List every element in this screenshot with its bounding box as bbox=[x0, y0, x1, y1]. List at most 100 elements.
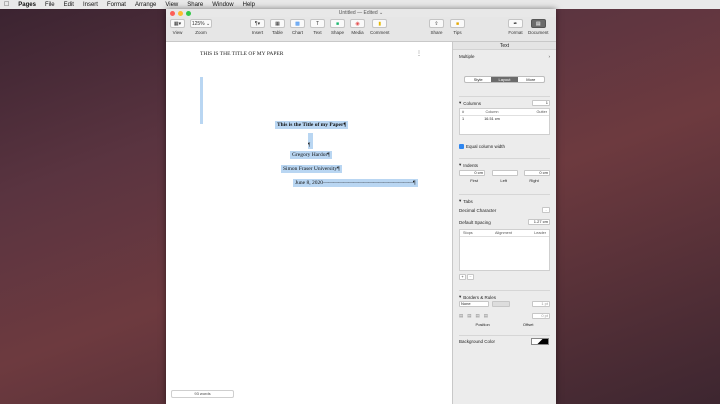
alignment-header: Alignment bbox=[495, 231, 512, 235]
tips-icon: ■ bbox=[450, 19, 465, 28]
view-tool[interactable]: ▦▾ View bbox=[170, 19, 185, 35]
toolbar: ▦▾ View 125% ⌄ Zoom ¶▾ Insert ▦ Table ▩ … bbox=[166, 17, 556, 42]
format-inspector: Text Multiple › Style Layout More ▾ Colu… bbox=[453, 42, 556, 404]
background-color-well[interactable] bbox=[531, 338, 549, 345]
borders-controls: None 1 pt bbox=[459, 301, 550, 307]
date-text: June 8, 2020 bbox=[295, 180, 323, 186]
remove-tab-button[interactable]: − bbox=[467, 274, 474, 280]
add-tab-button[interactable]: + bbox=[459, 274, 466, 280]
shape-tool[interactable]: ■ Shape bbox=[330, 19, 345, 35]
border-color-well[interactable] bbox=[492, 301, 510, 307]
indents-label: Indents bbox=[463, 162, 479, 168]
institution-name[interactable]: Simon Fraser University¶ bbox=[281, 165, 342, 173]
column-gutter[interactable] bbox=[514, 117, 547, 121]
columns-table: # Column Gutter 1 16.51 cm bbox=[459, 108, 550, 135]
table-tool[interactable]: ▦ Table bbox=[270, 19, 285, 35]
menu-share[interactable]: Share bbox=[187, 2, 203, 8]
menu-insert[interactable]: Insert bbox=[83, 2, 98, 8]
column-number: 1 bbox=[462, 117, 465, 121]
disclosure-icon[interactable]: ▾ bbox=[459, 294, 461, 300]
first-indent-field[interactable]: 0 cm bbox=[459, 170, 485, 176]
selected-empty-lines[interactable] bbox=[200, 77, 203, 124]
menu-window[interactable]: Window bbox=[212, 2, 233, 8]
minimize-window-button[interactable] bbox=[178, 10, 183, 16]
paper-title[interactable]: This is the Title of my Paper¶ bbox=[275, 121, 349, 129]
insert-label: Insert bbox=[251, 30, 264, 35]
chevron-right-icon[interactable]: › bbox=[549, 54, 551, 59]
indents-row: ▾ Indents bbox=[459, 158, 550, 168]
zoom-window-button[interactable] bbox=[186, 10, 191, 16]
paragraph-style-value[interactable]: Multiple bbox=[459, 54, 475, 59]
document-icon: ▤ bbox=[530, 19, 546, 28]
column-width[interactable]: 16.51 cm bbox=[470, 117, 514, 121]
shape-label: Shape bbox=[330, 30, 344, 35]
column-header-number: # bbox=[462, 110, 465, 114]
left-indent-field[interactable] bbox=[491, 170, 518, 176]
tips-tool[interactable]: ■ Tips bbox=[450, 19, 465, 35]
equal-width-row[interactable]: Equal column width bbox=[459, 144, 550, 149]
columns-row: ▾ Columns 1 bbox=[459, 96, 550, 106]
format-label: Format bbox=[508, 30, 523, 35]
share-tool[interactable]: ⇧ Share bbox=[429, 19, 444, 35]
date-pilcrow: ¶ bbox=[412, 180, 416, 186]
menu-app-name[interactable]: Pages bbox=[18, 2, 36, 8]
table-row[interactable]: 1 16.51 cm bbox=[460, 116, 549, 122]
tab-more[interactable]: More bbox=[518, 77, 544, 82]
menu-format[interactable]: Format bbox=[107, 2, 126, 8]
text-tool[interactable]: T Text bbox=[310, 19, 325, 35]
author-name[interactable]: Gregory Hardor¶ bbox=[290, 151, 332, 159]
tab-style[interactable]: Style bbox=[465, 77, 491, 82]
apple-menu-icon[interactable]:  bbox=[4, 1, 9, 8]
equal-width-checkbox[interactable] bbox=[459, 144, 464, 149]
tabs-label: Tabs bbox=[463, 198, 473, 204]
leader-header: Leader bbox=[534, 231, 546, 235]
paper-date[interactable]: June 8, 2020——————————————————¶ bbox=[293, 179, 418, 187]
menu-file[interactable]: File bbox=[45, 2, 55, 8]
spacing-field[interactable]: 1.27 cm bbox=[528, 219, 550, 225]
media-tool[interactable]: ◉ Media bbox=[350, 19, 365, 35]
media-label: Media bbox=[351, 30, 364, 35]
window-controls bbox=[170, 10, 191, 16]
chart-tool[interactable]: ▩ Chart bbox=[290, 19, 305, 35]
comment-tool[interactable]: ▮ Comment bbox=[370, 19, 390, 35]
insert-icon: ¶▾ bbox=[250, 19, 265, 28]
shape-icon: ■ bbox=[330, 19, 345, 28]
border-position-icon[interactable]: ▤ bbox=[476, 313, 480, 319]
close-window-button[interactable] bbox=[170, 10, 175, 16]
menu-arrange[interactable]: Arrange bbox=[135, 2, 156, 8]
zoom-select[interactable]: 125% ⌄ bbox=[190, 19, 212, 28]
word-count-button[interactable]: 93 words bbox=[171, 390, 234, 398]
running-header[interactable]: THIS IS THE TITLE OF MY PAPER bbox=[200, 51, 283, 57]
decimal-field[interactable]: . bbox=[542, 207, 550, 213]
insert-tool[interactable]: ¶▾ Insert bbox=[250, 19, 265, 35]
menu-help[interactable]: Help bbox=[243, 2, 255, 8]
disclosure-icon[interactable]: ▾ bbox=[459, 100, 461, 106]
border-style-select[interactable]: None bbox=[459, 301, 489, 307]
right-indent-field[interactable]: 0 cm bbox=[524, 170, 550, 176]
disclosure-icon[interactable]: ▾ bbox=[459, 198, 461, 204]
paragraph-style-row[interactable]: Multiple › bbox=[459, 54, 550, 59]
title-bar[interactable]: Untitled — Edited ⌄ bbox=[166, 9, 556, 17]
tabs-section-row: ▾ Tabs bbox=[459, 194, 550, 204]
menu-edit[interactable]: Edit bbox=[64, 2, 74, 8]
text-label: Text bbox=[313, 30, 322, 35]
zoom-tool[interactable]: 125% ⌄ Zoom bbox=[190, 19, 212, 35]
border-position-icon[interactable]: ▤ bbox=[484, 313, 488, 319]
columns-stepper[interactable]: 1 bbox=[532, 100, 550, 106]
view-icon: ▦▾ bbox=[170, 19, 185, 28]
tab-stops-table: Stops Alignment Leader bbox=[459, 229, 550, 271]
first-label: First bbox=[470, 178, 478, 183]
disclosure-icon[interactable]: ▾ bbox=[459, 162, 461, 168]
more-options-icon[interactable]: ⋮ bbox=[416, 50, 422, 57]
document-canvas[interactable]: THIS IS THE TITLE OF MY PAPER ⋮ This is … bbox=[166, 42, 453, 404]
border-offset-field[interactable]: 0 pt bbox=[532, 313, 550, 319]
border-position-icon[interactable]: ▤ bbox=[467, 313, 471, 319]
media-icon: ◉ bbox=[350, 19, 365, 28]
format-tool[interactable]: ✒ Format bbox=[508, 19, 523, 35]
menu-view[interactable]: View bbox=[165, 2, 178, 8]
border-position-icon[interactable]: ▤ bbox=[459, 313, 463, 319]
tab-layout[interactable]: Layout bbox=[491, 77, 518, 82]
document-tool[interactable]: ▤ Document bbox=[528, 19, 549, 35]
border-width-field[interactable]: 1 pt bbox=[532, 301, 550, 307]
window-title[interactable]: Untitled — Edited ⌄ bbox=[339, 10, 384, 16]
